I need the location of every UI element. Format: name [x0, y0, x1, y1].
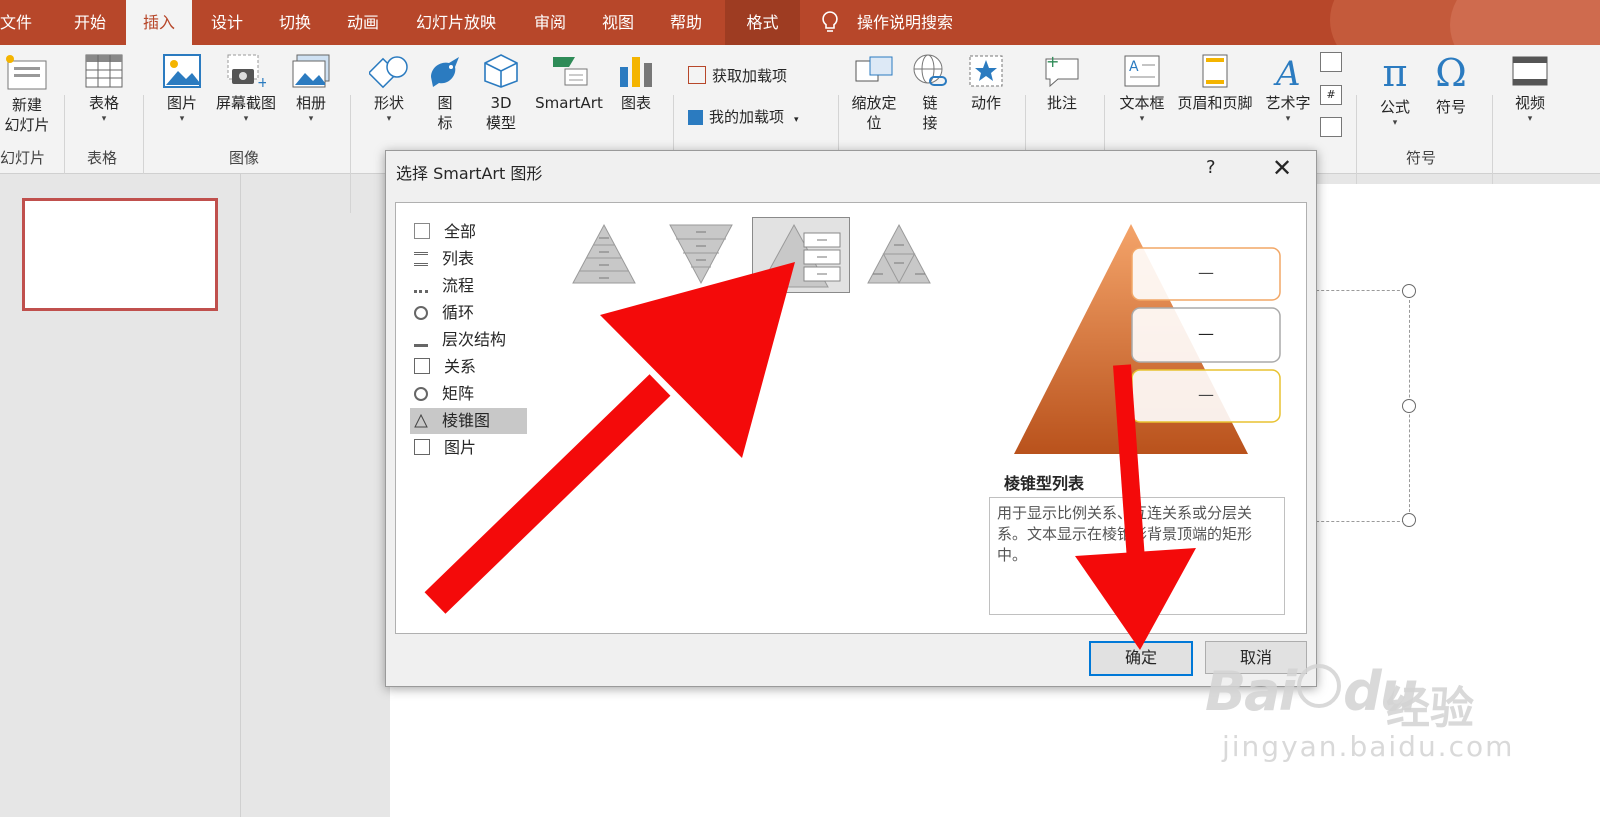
watermark-url: jingyan.baidu.com — [1222, 730, 1515, 763]
watermark-logo: Bai du — [1205, 660, 1418, 723]
watermark-jingyan: 经验 — [1386, 683, 1474, 734]
arrow-to-ok — [1075, 364, 1196, 650]
paw-icon — [1297, 664, 1342, 708]
arrow-to-layout — [424, 262, 795, 614]
